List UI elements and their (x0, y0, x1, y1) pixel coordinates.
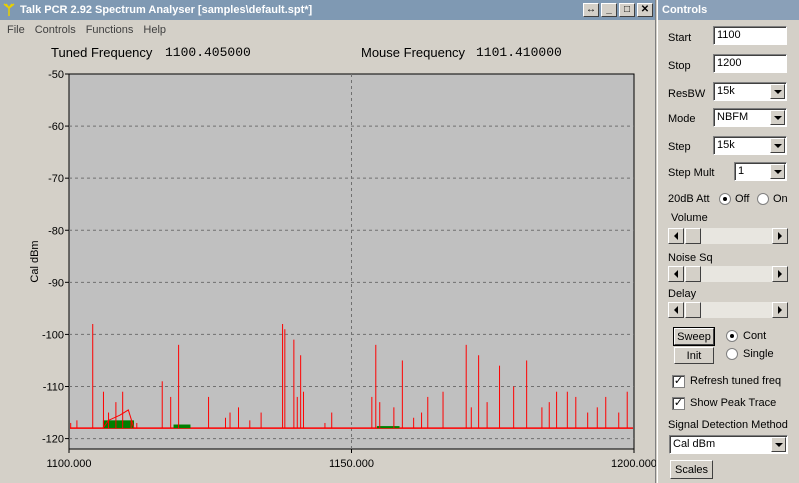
controls-window-title: Controls (662, 4, 708, 16)
chevron-down-icon[interactable] (770, 164, 785, 179)
scroll-right-icon[interactable] (772, 266, 788, 282)
noise-sq-slider-thumb[interactable] (685, 266, 701, 282)
delay-slider[interactable] (668, 302, 788, 318)
x-tick-label: 1200.000 (611, 458, 656, 470)
peak-trace-checkbox[interactable]: ✓ (672, 397, 685, 410)
stop-label: Stop (668, 60, 691, 72)
spectrum-analyser-window: Talk PCR 2.92 Spectrum Analyser [samples… (0, 0, 656, 483)
peak-trace-hump (173, 424, 191, 429)
x-tick-label: 1100.000 (46, 458, 91, 470)
detect-method-label: Signal Detection Method (668, 419, 788, 431)
y-tick-label: -110 (43, 382, 64, 394)
scroll-left-icon[interactable] (668, 228, 684, 244)
att-on-radio[interactable] (757, 193, 769, 205)
noise-sq-label: Noise Sq (668, 252, 713, 264)
y-tick-label: -90 (48, 277, 64, 289)
main-title-bar[interactable]: Talk PCR 2.92 Spectrum Analyser [samples… (0, 0, 655, 20)
scroll-left-icon[interactable] (668, 266, 684, 282)
resbw-label: ResBW (668, 88, 706, 100)
antenna-icon (0, 1, 18, 19)
att-off-label: Off (735, 193, 750, 205)
scroll-left-icon[interactable] (668, 302, 684, 318)
delay-slider-thumb[interactable] (685, 302, 701, 318)
close-button[interactable]: ✕ (637, 3, 653, 17)
step-mult-label: Step Mult (668, 167, 715, 179)
frequency-readout-bar: Tuned Frequency 1100.405000 Mouse Freque… (0, 40, 655, 64)
mouse-frequency-value: 1101.410000 (476, 45, 562, 60)
chevron-down-icon[interactable] (770, 138, 785, 153)
scroll-right-icon[interactable] (772, 228, 788, 244)
scales-button[interactable]: Scales (670, 460, 713, 479)
cont-radio[interactable] (726, 330, 738, 342)
volume-slider[interactable] (668, 228, 788, 244)
att-label: 20dB Att (668, 193, 710, 205)
menu-file[interactable]: File (2, 24, 30, 36)
delay-label: Delay (668, 288, 697, 300)
maximize-button[interactable]: □ (619, 3, 635, 17)
menu-help[interactable]: Help (138, 24, 171, 36)
menu-controls[interactable]: Controls (30, 24, 81, 36)
resbw-select[interactable]: 15k (713, 82, 787, 101)
noise-sq-slider[interactable] (668, 266, 788, 282)
x-tick-label: 1150.000 (329, 458, 374, 470)
init-button[interactable]: Init (674, 347, 714, 364)
start-label: Start (668, 32, 692, 44)
y-tick-label: -80 (48, 225, 64, 237)
detect-method-select[interactable]: Cal dBm (669, 435, 788, 454)
volume-slider-thumb[interactable] (685, 228, 701, 244)
peak-trace-hump (376, 426, 400, 429)
peak-trace-label: Show Peak Trace (690, 397, 777, 409)
step-value: 15k (717, 139, 735, 151)
step-mult-value: 1 (738, 165, 745, 177)
start-input[interactable]: 1100 (713, 26, 787, 45)
detect-method-value: Cal dBm (673, 438, 716, 450)
menu-functions[interactable]: Functions (81, 24, 139, 36)
y-axis-label: Cal dBm (29, 240, 41, 282)
mode-select[interactable]: NBFM (713, 108, 787, 127)
att-off-radio[interactable] (719, 193, 731, 205)
y-tick-label: -50 (48, 69, 64, 81)
step-mult-select[interactable]: 1 (734, 162, 787, 181)
menu-bar: File Controls Functions Help (0, 20, 655, 40)
refresh-tuned-label: Refresh tuned freq (690, 375, 782, 387)
resize-arrows-icon[interactable]: ↔ (583, 3, 599, 17)
stop-input[interactable]: 1200 (713, 54, 787, 73)
tuned-frequency-value: 1100.405000 (165, 45, 251, 60)
tuned-frequency-label: Tuned Frequency (51, 45, 153, 60)
spectrum-chart[interactable]: -50 -60 -70 -80 -90 -100 -110 -120 1100.000 1150.… (0, 64, 656, 483)
step-label: Step (668, 141, 691, 153)
chevron-down-icon[interactable] (770, 84, 785, 99)
single-radio[interactable] (726, 348, 738, 360)
main-window-title: Talk PCR 2.92 Spectrum Analyser [samples… (20, 4, 313, 16)
y-tick-label: -100 (42, 329, 64, 341)
single-label: Single (743, 348, 774, 360)
mouse-frequency-label: Mouse Frequency (361, 45, 466, 60)
controls-window: Controls Start 1100 Stop 1200 ResBW 15k … (657, 0, 799, 483)
volume-label: Volume (671, 212, 708, 224)
att-on-label: On (773, 193, 788, 205)
cont-label: Cont (743, 330, 767, 342)
scroll-right-icon[interactable] (772, 302, 788, 318)
resbw-value: 15k (717, 85, 735, 97)
sweep-button[interactable]: Sweep (673, 327, 715, 346)
controls-title-bar[interactable]: Controls (658, 0, 799, 20)
mode-label: Mode (668, 113, 696, 125)
y-tick-label: -70 (48, 173, 64, 185)
step-select[interactable]: 15k (713, 136, 787, 155)
chevron-down-icon[interactable] (770, 110, 785, 125)
minimize-button[interactable]: _ (601, 3, 617, 17)
mode-value: NBFM (717, 111, 749, 123)
y-tick-label: -120 (42, 434, 64, 446)
chevron-down-icon[interactable] (771, 437, 786, 452)
refresh-tuned-checkbox[interactable]: ✓ (672, 375, 685, 388)
y-tick-label: -60 (48, 121, 64, 133)
